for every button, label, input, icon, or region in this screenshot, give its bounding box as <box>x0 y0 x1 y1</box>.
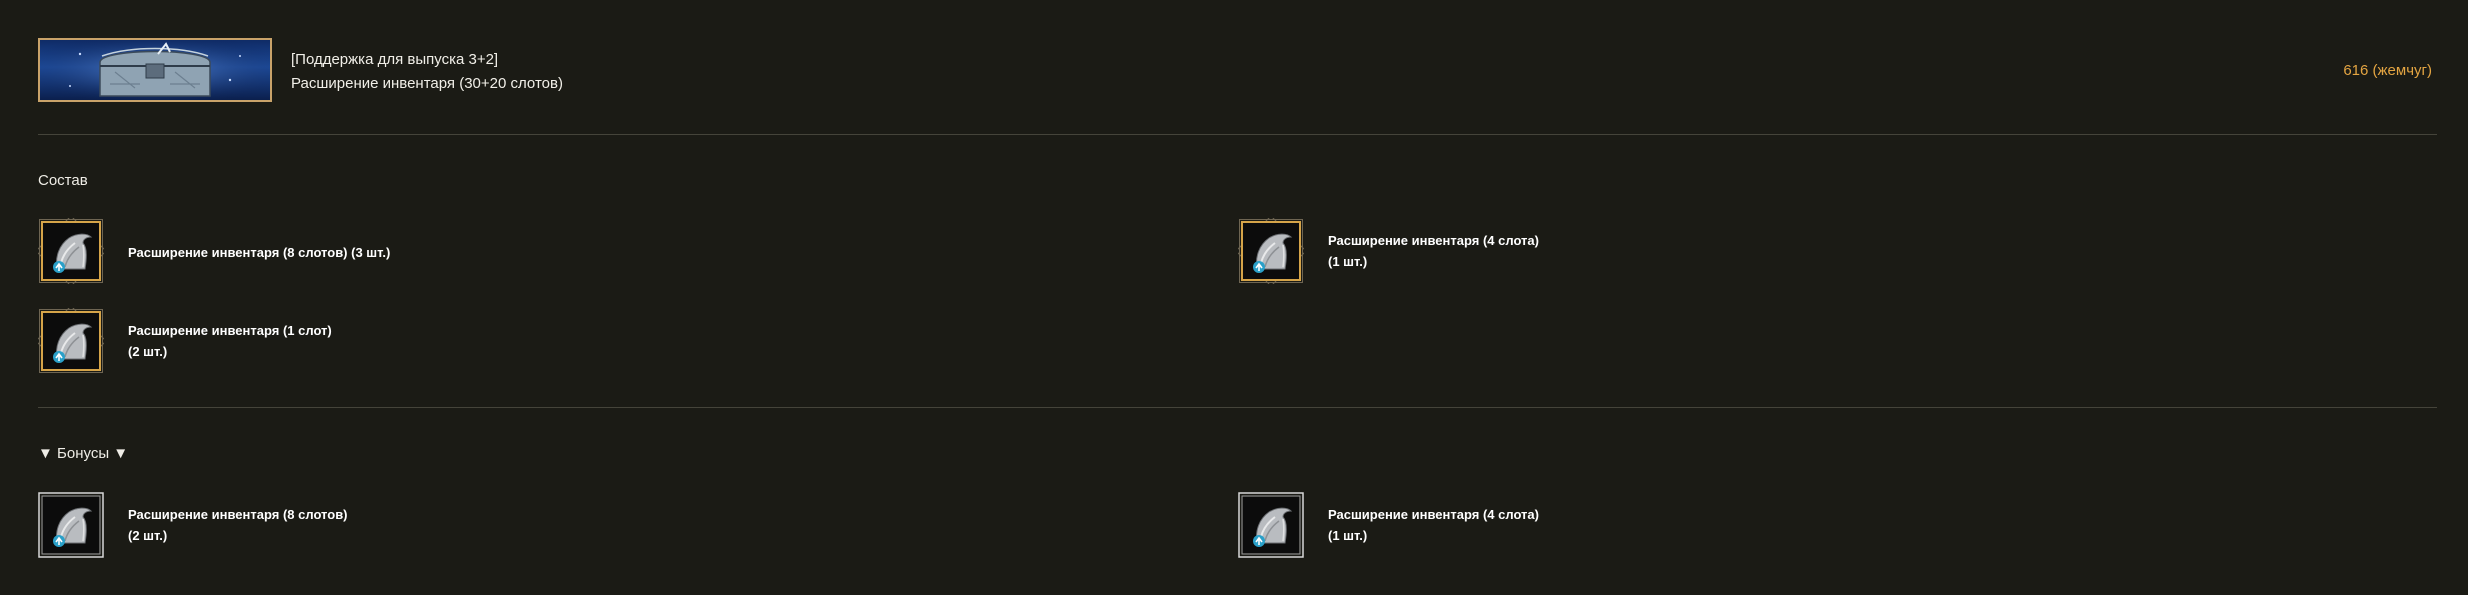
bonuses-toggle[interactable]: ▼ Бонусы ▼ <box>38 445 128 462</box>
divider <box>38 134 2437 135</box>
package-subtitle: [Поддержка для выпуска 3+2] <box>291 51 499 68</box>
inventory-chest-icon <box>40 40 270 100</box>
item-name: Расширение инвентаря (8 слотов) (3 шт.) <box>128 245 391 260</box>
package-detail-panel: [Поддержка для выпуска 3+2] Расширение и… <box>0 0 2468 595</box>
item-name: Расширение инвентаря (1 слот) <box>128 323 332 338</box>
package-thumbnail <box>38 38 272 102</box>
bonus-item[interactable]: Расширение инвентаря (8 слотов) (2 шт.) <box>38 492 638 562</box>
composition-item[interactable]: Расширение инвентаря (8 слотов) (3 шт.) <box>38 218 638 288</box>
bonus-item[interactable]: Расширение инвентаря (4 слота) (1 шт.) <box>1238 492 1838 562</box>
divider <box>38 407 2437 408</box>
inventory-bag-icon <box>38 218 104 284</box>
item-slot[interactable] <box>1238 218 1304 284</box>
package-price: 616 (жемчуг) <box>2343 62 2432 79</box>
item-name: Расширение инвентаря (4 слота) <box>1328 233 1539 248</box>
composition-title: Состав <box>38 172 88 189</box>
item-slot[interactable] <box>38 218 104 284</box>
composition-item[interactable]: Расширение инвентаря (4 слота) (1 шт.) <box>1238 218 1838 288</box>
composition-item[interactable]: Расширение инвентаря (1 слот) (2 шт.) <box>38 308 638 378</box>
inventory-bag-icon <box>38 492 104 558</box>
item-name: Расширение инвентаря (4 слота) <box>1328 507 1539 522</box>
item-slot[interactable] <box>38 492 104 558</box>
inventory-bag-icon <box>1238 492 1304 558</box>
inventory-bag-icon <box>38 308 104 373</box>
item-quantity: (1 шт.) <box>1328 528 1368 543</box>
inventory-bag-icon <box>1238 218 1304 284</box>
package-header: [Поддержка для выпуска 3+2] Расширение и… <box>38 38 2438 102</box>
item-name: Расширение инвентаря (8 слотов) <box>128 507 348 522</box>
item-quantity: (2 шт.) <box>128 344 168 359</box>
package-name: Расширение инвентаря (30+20 слотов) <box>291 75 563 92</box>
item-slot[interactable] <box>1238 492 1304 558</box>
item-quantity: (2 шт.) <box>128 528 168 543</box>
item-slot[interactable] <box>38 308 104 374</box>
package-title: [Поддержка для выпуска 3+2] Расширение и… <box>291 48 563 96</box>
item-quantity: (1 шт.) <box>1328 254 1368 269</box>
